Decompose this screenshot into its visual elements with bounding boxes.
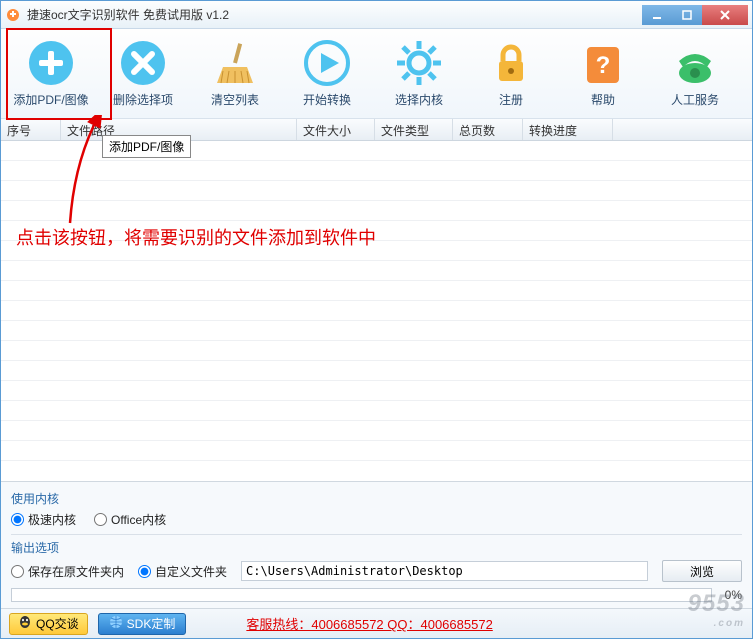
phone-icon: [671, 39, 719, 87]
kernel-radios: 极速内核 Office内核: [11, 511, 742, 528]
clear-button[interactable]: 清空列表: [191, 37, 279, 114]
progress-row: 0%: [11, 588, 742, 602]
output-custom-label[interactable]: 自定义文件夹: [155, 563, 227, 580]
svg-text:?: ?: [596, 52, 611, 79]
service-label: 人工服务: [671, 91, 719, 108]
start-button[interactable]: 开始转换: [283, 37, 371, 114]
kernel-office-radio[interactable]: [94, 513, 107, 526]
gear-icon: [395, 39, 443, 87]
app-icon: [5, 7, 21, 23]
close-button[interactable]: [702, 5, 748, 25]
kernel-label: 选择内核: [395, 91, 443, 108]
delete-button[interactable]: 删除选择项: [99, 37, 187, 114]
col-pages[interactable]: 总页数: [453, 119, 523, 140]
col-size[interactable]: 文件大小: [297, 119, 375, 140]
browse-button[interactable]: 浏览: [662, 560, 742, 582]
kernel-office-label[interactable]: Office内核: [111, 511, 166, 528]
col-progress[interactable]: 转换进度: [523, 119, 613, 140]
output-section-title: 输出选项: [11, 539, 742, 556]
qq-chat-button[interactable]: QQ交谈: [9, 613, 88, 635]
x-circle-icon: [119, 39, 167, 87]
table-row: [1, 281, 752, 301]
output-keep-label[interactable]: 保存在原文件夹内: [28, 563, 124, 580]
kernel-fast-radio[interactable]: [11, 513, 24, 526]
register-button[interactable]: 注册: [467, 37, 555, 114]
table-row: [1, 361, 752, 381]
col-type[interactable]: 文件类型: [375, 119, 453, 140]
output-path-input[interactable]: [241, 561, 648, 581]
footer: QQ交谈 SDK定制 客服热线：4006685572 QQ：4006685572: [1, 608, 752, 638]
kernel-section-title: 使用内核: [11, 490, 742, 507]
add-pdf-button[interactable]: 添加PDF/图像: [7, 37, 95, 114]
table-row: [1, 181, 752, 201]
title-bar: 捷速ocr文字识别软件 免费试用版 v1.2: [1, 1, 752, 29]
table-row: [1, 321, 752, 341]
table-row: [1, 301, 752, 321]
broom-icon: [211, 39, 259, 87]
col-index[interactable]: 序号: [1, 119, 61, 140]
plus-icon: [27, 39, 75, 87]
sdk-button[interactable]: SDK定制: [98, 613, 187, 635]
globe-icon: [109, 615, 123, 632]
help-icon: ?: [579, 39, 627, 87]
output-custom-radio[interactable]: [138, 565, 151, 578]
table-row: [1, 441, 752, 461]
annotation-text: 点击该按钮，将需要识别的文件添加到软件中: [16, 224, 376, 250]
minimize-button[interactable]: [642, 5, 672, 25]
register-label: 注册: [499, 91, 523, 108]
progress-percent: 0%: [718, 588, 742, 602]
help-label: 帮助: [591, 91, 615, 108]
clear-label: 清空列表: [211, 91, 259, 108]
toolbar: 添加PDF/图像 删除选择项 清空列表 开始转换 选择内核: [1, 29, 752, 119]
qq-label: QQ交谈: [36, 615, 79, 632]
lock-icon: [487, 39, 535, 87]
table-row: [1, 341, 752, 361]
window-buttons: [642, 5, 748, 25]
add-label: 添加PDF/图像: [13, 91, 88, 108]
sdk-label: SDK定制: [127, 615, 176, 632]
table-row: [1, 161, 752, 181]
delete-label: 删除选择项: [113, 91, 173, 108]
play-icon: [303, 39, 351, 87]
qq-icon: [18, 615, 32, 632]
tooltip: 添加PDF/图像: [102, 135, 191, 158]
table-row: [1, 381, 752, 401]
hotline-link[interactable]: 客服热线：4006685572 QQ：4006685572: [246, 614, 492, 633]
table-row: [1, 421, 752, 441]
help-button[interactable]: ? 帮助: [559, 37, 647, 114]
table-row: [1, 201, 752, 221]
bottom-panel: 使用内核 极速内核 Office内核 输出选项 保存在原文件夹内 自定义文件夹: [1, 481, 752, 608]
kernel-button[interactable]: 选择内核: [375, 37, 463, 114]
app-window: 捷速ocr文字识别软件 免费试用版 v1.2 添加PDF/图像 删除选择项 清空…: [0, 0, 753, 639]
service-button[interactable]: 人工服务: [651, 37, 739, 114]
table-row: [1, 401, 752, 421]
kernel-fast-label[interactable]: 极速内核: [28, 511, 76, 528]
output-row: 保存在原文件夹内 自定义文件夹 浏览: [11, 560, 742, 582]
progress-bar: [11, 588, 712, 602]
maximize-button[interactable]: [672, 5, 702, 25]
table-row: [1, 261, 752, 281]
window-title: 捷速ocr文字识别软件 免费试用版 v1.2: [27, 6, 642, 23]
start-label: 开始转换: [303, 91, 351, 108]
file-grid[interactable]: [1, 141, 752, 481]
output-keep-radio[interactable]: [11, 565, 24, 578]
